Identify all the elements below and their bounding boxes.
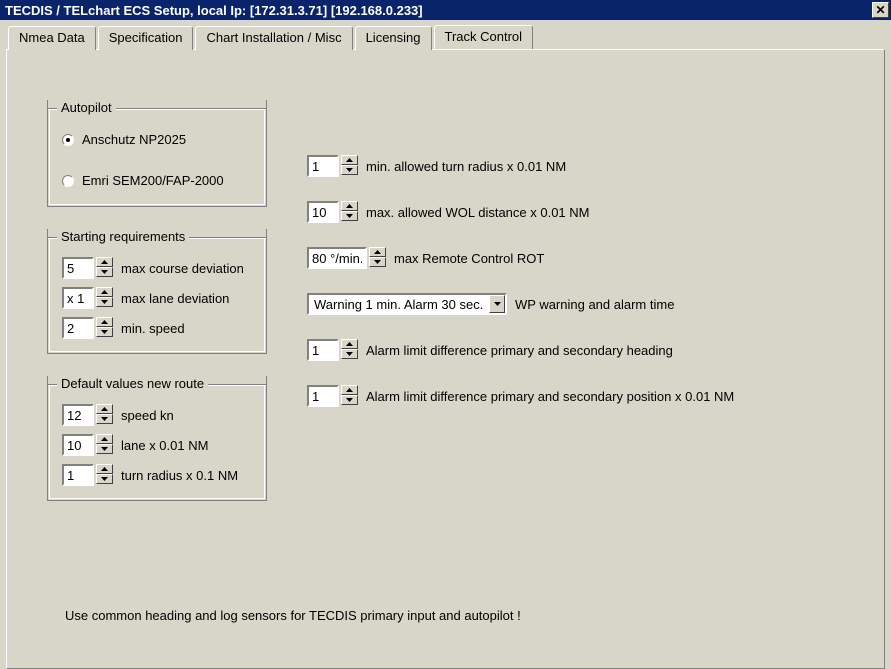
max-rot-input[interactable] (307, 247, 367, 269)
alarm-position-spinner[interactable] (307, 385, 358, 407)
radio-emri[interactable]: Emri SEM200/FAP-2000 (62, 169, 252, 192)
min-turn-radius-input[interactable] (307, 155, 339, 177)
spinner-up-button[interactable] (96, 404, 113, 414)
max-rot-label: max Remote Control ROT (394, 251, 544, 266)
spinner-up-button[interactable] (369, 247, 386, 257)
radio-anschutz[interactable]: Anschutz NP2025 (62, 128, 252, 151)
spinner-up-button[interactable] (96, 287, 113, 297)
max-course-deviation-input[interactable] (62, 257, 94, 279)
max-wol-input[interactable] (307, 201, 339, 223)
min-speed-spinner[interactable] (62, 317, 113, 339)
spinner-down-button[interactable] (96, 297, 113, 307)
min-turn-radius-spinner[interactable] (307, 155, 358, 177)
spinner-down-button[interactable] (341, 349, 358, 359)
tab-chart-installation[interactable]: Chart Installation / Misc (195, 26, 352, 50)
starting-group-title: Starting requirements (57, 229, 189, 244)
alarm-heading-spinner[interactable] (307, 339, 358, 361)
spinner-down-button[interactable] (96, 474, 113, 484)
spinner-down-button[interactable] (96, 267, 113, 277)
wp-warning-dropdown[interactable]: Warning 1 min. Alarm 30 sec. (307, 293, 507, 315)
spinner-down-button[interactable] (96, 327, 113, 337)
tab-nmea-data[interactable]: Nmea Data (8, 26, 96, 50)
alarm-heading-label: Alarm limit difference primary and secon… (366, 343, 673, 358)
max-course-deviation-label: max course deviation (121, 261, 244, 276)
spinner-up-button[interactable] (341, 201, 358, 211)
min-turn-radius-label: min. allowed turn radius x 0.01 NM (366, 159, 566, 174)
window-title: TECDIS / TELchart ECS Setup, local Ip: [… (5, 3, 423, 18)
footer-note: Use common heading and log sensors for T… (65, 608, 521, 623)
speed-label: speed kn (121, 408, 174, 423)
max-lane-deviation-input[interactable] (62, 287, 94, 309)
chevron-down-icon (494, 302, 501, 306)
spinner-down-button[interactable] (96, 414, 113, 424)
alarm-position-label: Alarm limit difference primary and secon… (366, 389, 734, 404)
spinner-up-button[interactable] (96, 434, 113, 444)
radio-icon (62, 134, 74, 146)
lane-input[interactable] (62, 434, 94, 456)
spinner-down-button[interactable] (341, 211, 358, 221)
turn-radius-input[interactable] (62, 464, 94, 486)
tab-licensing[interactable]: Licensing (355, 26, 432, 50)
alarm-heading-input[interactable] (307, 339, 339, 361)
speed-spinner[interactable] (62, 404, 113, 426)
spinner-up-button[interactable] (341, 339, 358, 349)
default-values-group: Default values new route speed kn (47, 376, 267, 501)
tab-specification[interactable]: Specification (98, 26, 194, 50)
max-wol-label: max. allowed WOL distance x 0.01 NM (366, 205, 590, 220)
turn-radius-label: turn radius x 0.1 NM (121, 468, 238, 483)
tab-panel: Autopilot Anschutz NP2025 Emri SEM200/FA… (6, 49, 885, 669)
spinner-down-button[interactable] (341, 165, 358, 175)
spinner-up-button[interactable] (341, 385, 358, 395)
spinner-down-button[interactable] (369, 257, 386, 267)
starting-requirements-group: Starting requirements max course deviati… (47, 229, 267, 354)
turn-radius-spinner[interactable] (62, 464, 113, 486)
min-speed-label: min. speed (121, 321, 185, 336)
min-speed-input[interactable] (62, 317, 94, 339)
tab-track-control[interactable]: Track Control (434, 25, 534, 49)
max-rot-spinner[interactable] (307, 247, 386, 269)
max-lane-deviation-spinner[interactable] (62, 287, 113, 309)
lane-label: lane x 0.01 NM (121, 438, 208, 453)
radio-icon (62, 175, 74, 187)
max-wol-spinner[interactable] (307, 201, 358, 223)
tab-strip: Nmea Data Specification Chart Installati… (0, 25, 891, 49)
spinner-up-button[interactable] (96, 257, 113, 267)
autopilot-group: Autopilot Anschutz NP2025 Emri SEM200/FA… (47, 100, 267, 207)
max-course-deviation-spinner[interactable] (62, 257, 113, 279)
wp-warning-label: WP warning and alarm time (515, 297, 674, 312)
wp-warning-value: Warning 1 min. Alarm 30 sec. (309, 295, 489, 313)
lane-spinner[interactable] (62, 434, 113, 456)
defaults-group-title: Default values new route (57, 376, 208, 391)
close-icon: ✕ (875, 3, 885, 17)
autopilot-group-title: Autopilot (57, 100, 116, 115)
alarm-position-input[interactable] (307, 385, 339, 407)
speed-input[interactable] (62, 404, 94, 426)
close-button[interactable]: ✕ (872, 2, 889, 18)
dropdown-button[interactable] (489, 295, 505, 313)
spinner-down-button[interactable] (341, 395, 358, 405)
spinner-up-button[interactable] (96, 464, 113, 474)
radio-label: Emri SEM200/FAP-2000 (82, 173, 224, 188)
spinner-down-button[interactable] (96, 444, 113, 454)
spinner-up-button[interactable] (341, 155, 358, 165)
max-lane-deviation-label: max lane deviation (121, 291, 229, 306)
titlebar: TECDIS / TELchart ECS Setup, local Ip: [… (0, 0, 891, 20)
radio-label: Anschutz NP2025 (82, 132, 186, 147)
spinner-up-button[interactable] (96, 317, 113, 327)
